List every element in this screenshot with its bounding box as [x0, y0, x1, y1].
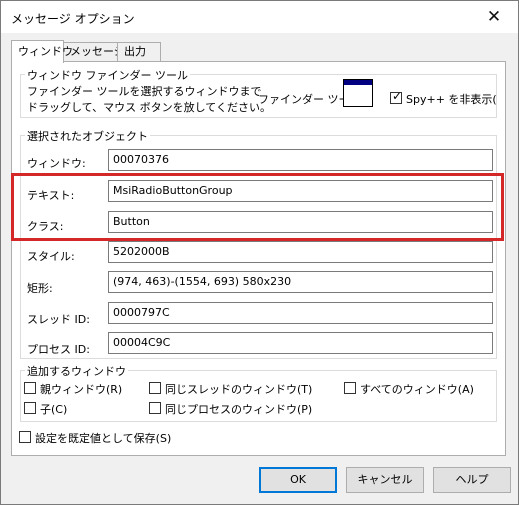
parent-window-label: 親ウィンドウ(R) [40, 383, 123, 396]
finder-instructions-line2: ドラッグして、マウス ボタンを放してください。 [27, 101, 271, 114]
parent-window-checkbox[interactable] [24, 382, 36, 394]
save-default-label: 設定を既定値として保存(S) [35, 432, 172, 445]
thread-id-label: スレッド ID: [27, 313, 90, 326]
same-process-checkbox[interactable] [149, 402, 161, 414]
same-process-label: 同じプロセスのウィンドウ(P) [165, 403, 313, 416]
same-thread-checkbox[interactable] [149, 382, 161, 394]
all-windows-checkbox[interactable] [344, 382, 356, 394]
style-label: スタイル: [27, 250, 75, 263]
window-handle-field[interactable]: 00070376 [108, 149, 493, 171]
help-button[interactable]: ヘルプ [433, 467, 511, 493]
ok-button[interactable]: OK [259, 467, 337, 493]
cancel-button[interactable]: キャンセル [346, 467, 424, 493]
child-checkbox[interactable] [24, 402, 36, 414]
additional-windows-legend: 追加するウィンドウ [25, 363, 128, 379]
selected-object-legend: 選択されたオブジェクト [25, 128, 150, 144]
highlight-box [11, 173, 504, 241]
child-label: 子(C) [40, 403, 68, 416]
all-windows-label: すべてのウィンドウ(A) [360, 383, 474, 396]
tab-window[interactable]: ウィンドウ [11, 40, 73, 63]
tab-output[interactable]: 出力 [117, 42, 161, 61]
process-id-field[interactable]: 00004C9C [108, 332, 493, 354]
checkmark-icon: ✓ [392, 89, 403, 103]
window-handle-label: ウィンドウ: [27, 157, 86, 170]
hide-spy-checkbox[interactable]: ✓ [390, 89, 403, 104]
finder-instructions-line1: ファインダー ツールを選択するウィンドウまで [27, 85, 262, 98]
thread-id-field[interactable]: 0000797C [108, 302, 493, 324]
same-thread-label: 同じスレッドのウィンドウ(T) [165, 383, 313, 396]
save-default-checkbox[interactable] [19, 431, 31, 443]
title-bar: メッセージ オプション ✕ [1, 1, 518, 33]
finder-tool-icon[interactable] [343, 79, 373, 107]
rect-label: 矩形: [27, 282, 53, 295]
style-field[interactable]: 5202000B [108, 241, 493, 263]
rect-field[interactable]: (974, 463)-(1554, 693) 580x230 [108, 271, 493, 293]
close-icon[interactable]: ✕ [482, 5, 506, 29]
process-id-label: プロセス ID: [27, 343, 90, 356]
finder-tool-legend: ウィンドウ ファインダー ツール [25, 67, 190, 83]
dialog-title: メッセージ オプション [11, 12, 135, 26]
hide-spy-label: Spy++ を非表示( [406, 93, 497, 106]
